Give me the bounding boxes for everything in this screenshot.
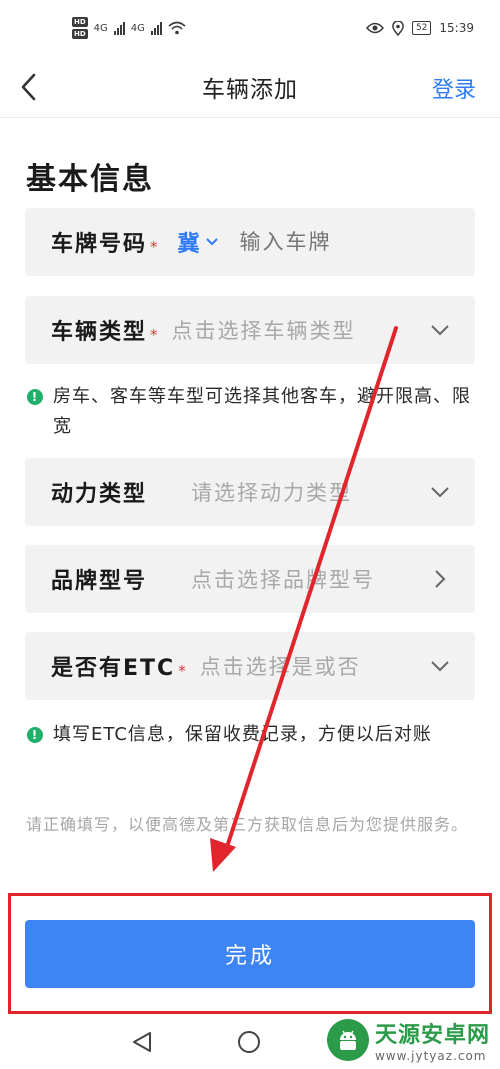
chevron-right-icon xyxy=(429,570,451,588)
brand-model-value: 点击选择品牌型号 xyxy=(191,568,376,592)
etc-hint-text: 填写ETC信息，保留收费记录，方便以后对账 xyxy=(53,724,432,745)
hd-badge-bottom: HD xyxy=(72,29,88,39)
battery-icon: 52 xyxy=(411,21,432,35)
etc-label: 是否有ETC xyxy=(51,656,176,681)
chevron-left-icon xyxy=(21,73,36,101)
status-bar: HD HD 4G 4G 52 15:39 xyxy=(0,0,500,56)
power-type-value: 请选择动力类型 xyxy=(191,481,353,505)
nav-home-button[interactable] xyxy=(237,1030,261,1058)
vehicle-type-hint-text: 房车、客车等车型可选择其他客车，避开限高、限宽 xyxy=(53,386,471,437)
required-mark: * xyxy=(150,326,158,344)
wifi-icon xyxy=(168,21,186,35)
triangle-back-icon xyxy=(133,1032,151,1052)
status-right: 52 15:39 xyxy=(365,20,474,36)
network-label-2: 4G xyxy=(130,22,145,34)
back-button[interactable] xyxy=(20,70,44,104)
nav-back-button[interactable] xyxy=(130,1030,154,1058)
eye-icon xyxy=(365,22,384,34)
province-selector[interactable]: 冀 xyxy=(178,226,200,258)
vehicle-type-hint: ! 房车、客车等车型可选择其他客车，避开限高、限宽 xyxy=(27,382,477,442)
watermark-name: 天源安卓网 xyxy=(374,1023,490,1048)
info-icon: ! xyxy=(27,727,43,743)
disclaimer-note: 请正确填写，以便高德及第三方获取信息后为您提供服务。 xyxy=(26,815,469,834)
hd-indicators: HD HD xyxy=(72,17,88,39)
power-type-row[interactable]: 动力类型 请选择动力类型 xyxy=(25,458,475,526)
brand-model-row[interactable]: 品牌型号 点击选择品牌型号 xyxy=(25,545,475,613)
location-icon xyxy=(392,20,404,36)
required-mark: * xyxy=(150,238,158,256)
annotation-highlight-box xyxy=(8,893,492,1014)
header: 车辆添加 登录 xyxy=(0,56,500,118)
plate-number-input[interactable] xyxy=(239,230,420,254)
power-type-label: 动力类型 xyxy=(51,482,148,507)
network-label-1: 4G xyxy=(93,22,108,34)
chevron-down-icon xyxy=(429,486,451,498)
login-link[interactable]: 登录 xyxy=(432,72,476,104)
chevron-down-icon xyxy=(429,324,451,336)
section-title: 基本信息 xyxy=(26,162,154,197)
circle-home-icon xyxy=(238,1031,260,1053)
signal-icon-2 xyxy=(150,21,162,35)
watermark: 天源安卓网 www.jytyaz.com xyxy=(326,1017,490,1063)
info-icon: ! xyxy=(27,389,43,405)
plate-number-label: 车牌号码 xyxy=(51,232,148,257)
vehicle-type-row[interactable]: 车辆类型 * 点击选择车辆类型 xyxy=(25,296,475,364)
required-mark: * xyxy=(178,662,186,680)
watermark-url: www.jytyaz.com xyxy=(374,1049,487,1063)
page-title: 车辆添加 xyxy=(202,76,298,103)
status-time: 15:39 xyxy=(439,21,474,35)
vehicle-type-value: 点击选择车辆类型 xyxy=(171,319,356,343)
watermark-text: 天源安卓网 www.jytyaz.com xyxy=(375,1017,490,1063)
brand-model-label: 品牌型号 xyxy=(51,569,148,594)
android-logo-icon xyxy=(326,1019,369,1061)
chevron-down-icon[interactable] xyxy=(205,238,218,246)
hd-badge-top: HD xyxy=(72,17,88,27)
status-left: HD HD 4G 4G xyxy=(72,17,186,39)
etc-row[interactable]: 是否有ETC * 点击选择是或否 xyxy=(25,632,475,700)
etc-value: 点击选择是或否 xyxy=(199,655,361,679)
vehicle-type-label: 车辆类型 xyxy=(51,320,148,345)
signal-icon xyxy=(113,21,125,35)
chevron-down-icon xyxy=(429,660,451,672)
etc-hint: ! 填写ETC信息，保留收费记录，方便以后对账 xyxy=(27,720,477,750)
plate-number-row: 车牌号码 * 冀 xyxy=(25,208,475,276)
